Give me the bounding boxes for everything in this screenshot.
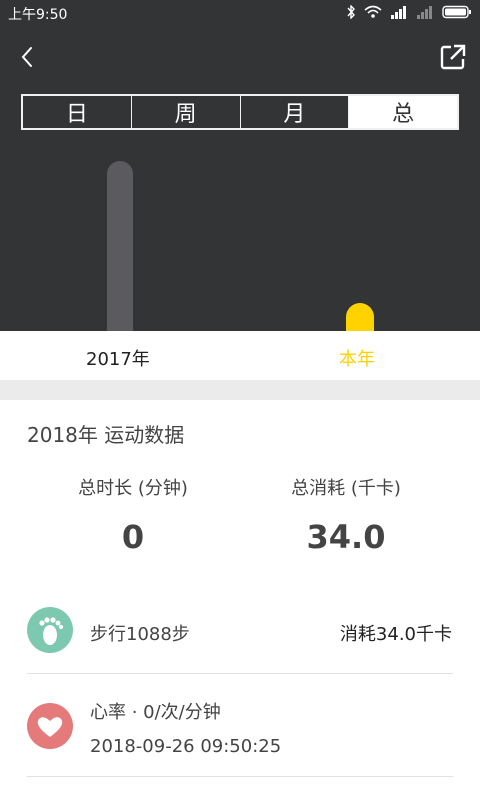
list-divider [27, 673, 453, 674]
period-tabs: 日 周 月 总 [21, 94, 459, 130]
tab-day[interactable]: 日 [23, 96, 132, 128]
calories-value: 34.0 [306, 518, 386, 556]
chart-bar-this-year[interactable] [346, 303, 374, 331]
chart-bar-2017[interactable] [107, 161, 133, 331]
steps-calories: 消耗34.0千卡 [339, 624, 452, 645]
heart-icon [27, 703, 73, 749]
calories-label: 总消耗 (千卡) [291, 478, 401, 499]
signal-empty-icon [417, 6, 432, 19]
tab-month[interactable]: 月 [241, 96, 350, 128]
heart-rate-time: 2018-09-26 09:50:25 [90, 736, 282, 757]
steps-record: 步行1088步 [90, 624, 190, 645]
duration-label: 总时长 (分钟) [78, 478, 188, 499]
x-label-this-year[interactable]: 本年 [339, 345, 375, 371]
wifi-icon [364, 5, 382, 18]
list-divider [27, 776, 453, 777]
chart-area [0, 0, 480, 331]
chart-x-axis: 2017年 本年 [0, 331, 480, 380]
bluetooth-icon [347, 5, 355, 19]
heart-rate-record: 心率 · 0/次/分钟 [90, 702, 221, 723]
share-icon[interactable] [438, 42, 468, 72]
summary-title: 2018年 运动数据 [27, 423, 185, 447]
chevron-left-icon[interactable] [14, 42, 44, 72]
battery-icon [442, 5, 471, 19]
signal-icon [391, 6, 406, 19]
duration-value: 0 [121, 518, 145, 556]
status-time: 上午9:50 [8, 7, 68, 23]
tab-week[interactable]: 周 [132, 96, 241, 128]
x-label-2017[interactable]: 2017年 [86, 345, 150, 371]
tab-total[interactable]: 总 [349, 96, 457, 128]
status-bar: 上午9:50 [0, 0, 480, 26]
footprint-icon [27, 607, 73, 653]
section-divider [0, 380, 480, 400]
